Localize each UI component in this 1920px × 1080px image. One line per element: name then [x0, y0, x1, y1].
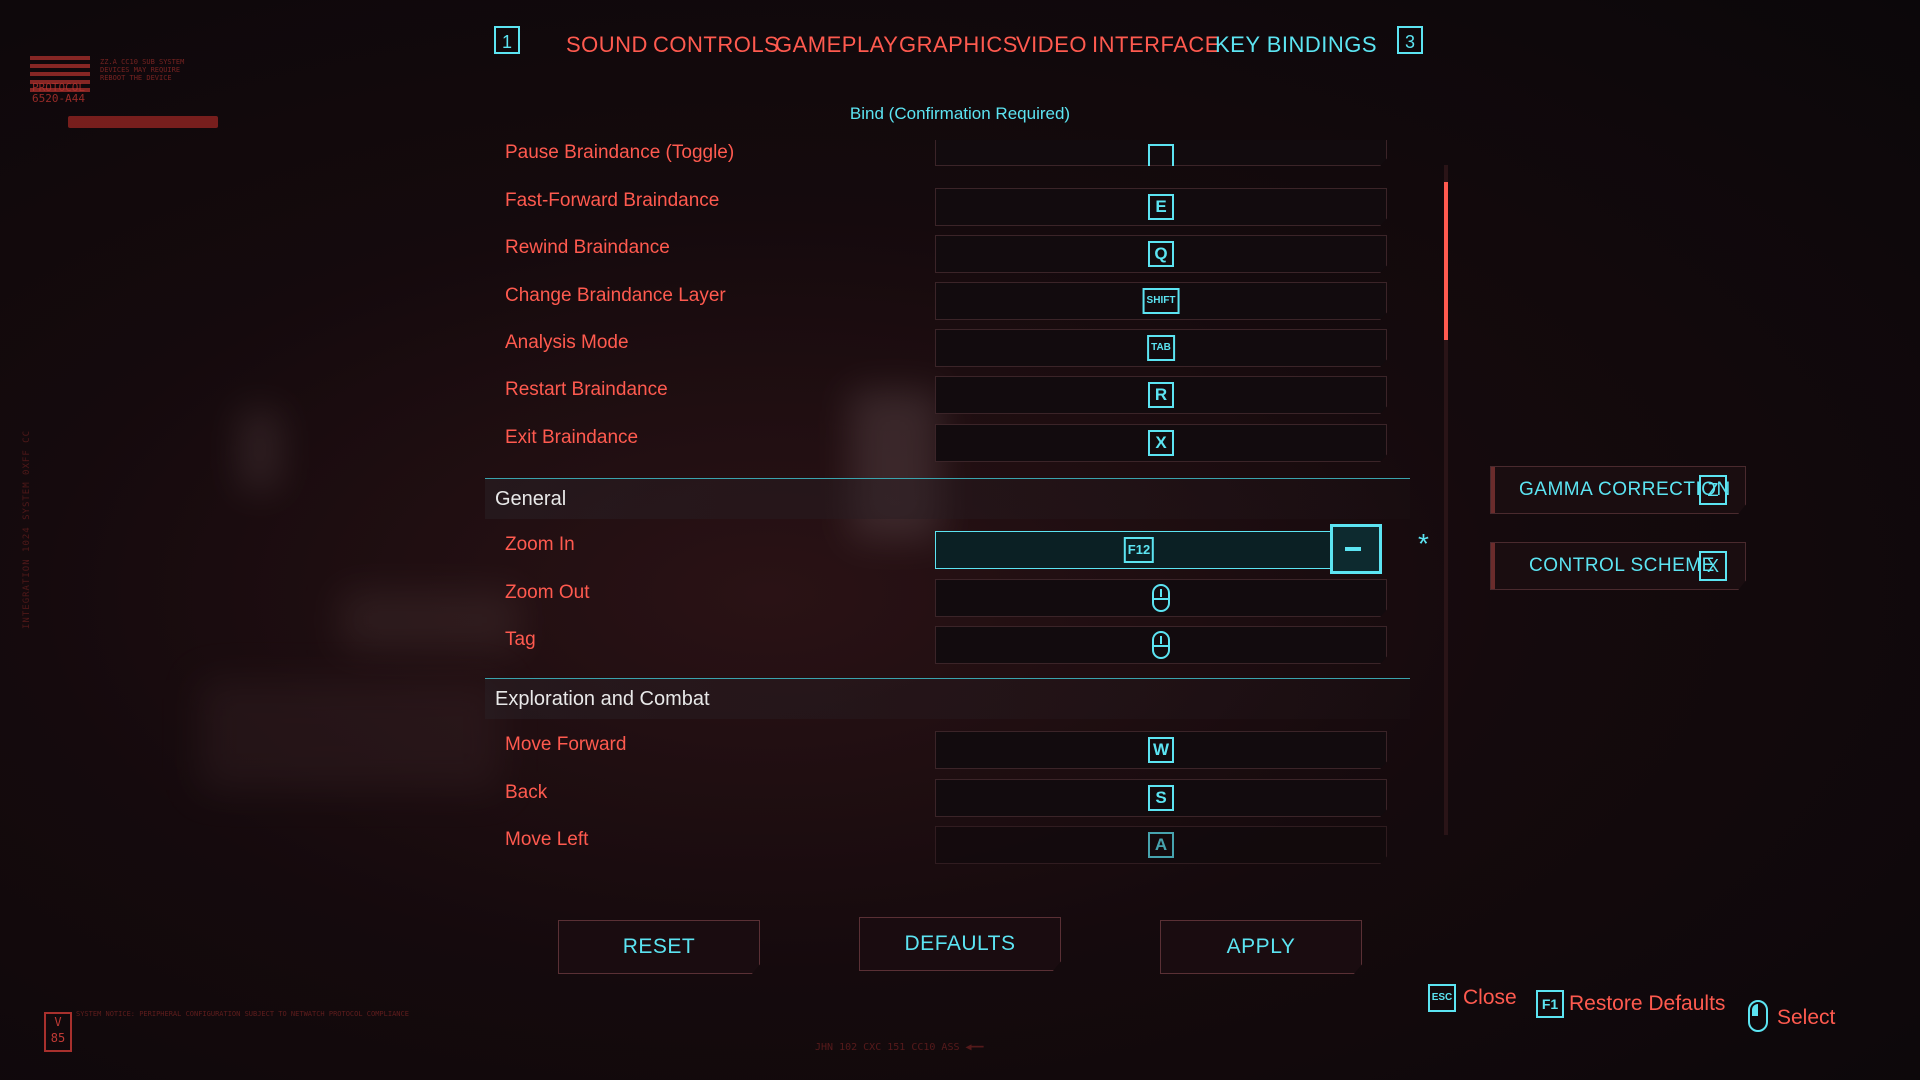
- binding-slot[interactable]: S: [935, 779, 1387, 817]
- key-tab-icon: TAB: [1147, 335, 1175, 361]
- apply-button[interactable]: APPLY: [1160, 920, 1362, 974]
- tab-key-bindings[interactable]: KEY BINDINGS: [1215, 32, 1377, 58]
- tab-video[interactable]: VIDEO: [1016, 32, 1087, 58]
- key-w-icon: W: [1148, 737, 1174, 763]
- tab-graphics[interactable]: GRAPHICS: [899, 32, 1018, 58]
- section-title: General: [495, 488, 567, 510]
- logo-text: PROTOCOL 6520-A44: [32, 81, 85, 105]
- restore-defaults-hint[interactable]: Restore Defaults: [1569, 992, 1725, 1016]
- modified-marker: *: [1418, 528, 1429, 559]
- binding-slot[interactable]: R: [935, 376, 1387, 414]
- tab-controls[interactable]: CONTROLS: [653, 32, 779, 58]
- scrollbar-thumb[interactable]: [1444, 182, 1448, 340]
- esc-key-icon: ESC: [1428, 984, 1456, 1012]
- bind-subtitle: Bind (Confirmation Required): [849, 104, 1071, 123]
- binding-label: Tag: [505, 629, 536, 650]
- binding-label: Change Braindance Layer: [505, 285, 726, 306]
- tab-gameplay[interactable]: GAMEPLAY: [775, 32, 898, 58]
- defaults-button[interactable]: DEFAULTS: [859, 917, 1061, 971]
- mouse-middle-click-icon: [1152, 631, 1170, 659]
- binding-label: Rewind Braindance: [505, 237, 670, 258]
- binding-slot-active[interactable]: F12: [935, 531, 1343, 569]
- binding-slot[interactable]: [935, 626, 1387, 664]
- prev-tab-key[interactable]: 1: [494, 26, 520, 54]
- key-a-icon: A: [1148, 832, 1174, 858]
- tab-sound[interactable]: SOUND: [566, 32, 648, 58]
- mouse-left-click-icon: [1748, 1000, 1768, 1032]
- binding-label: Pause Braindance (Toggle): [505, 142, 735, 163]
- gamma-correction-button[interactable]: GAMMA CORRECTION Z: [1490, 466, 1746, 514]
- control-scheme-button[interactable]: CONTROL SCHEME X: [1490, 542, 1746, 590]
- key-x-icon: X: [1148, 430, 1174, 456]
- control-scheme-label: CONTROL SCHEME: [1529, 555, 1715, 576]
- binding-label: Restart Braindance: [505, 379, 668, 400]
- key-r-hold-icon: R: [1148, 382, 1174, 408]
- binding-label: Exit Braindance: [505, 427, 639, 448]
- key-bindings-list[interactable]: Pause Braindance (Toggle) Fast-Forward B…: [485, 140, 1415, 870]
- binding-slot[interactable]: E: [935, 188, 1387, 226]
- footer-code: JHN 102 CXC 151 CC10 ASS ◀━━: [815, 1042, 984, 1053]
- space-key-icon: [1148, 144, 1174, 166]
- f1-key-icon: F1: [1536, 990, 1564, 1018]
- key-f12-icon: F12: [1123, 537, 1155, 563]
- binding-label: Zoom Out: [505, 582, 590, 603]
- section-exploration-combat: Exploration and Combat: [485, 678, 1410, 719]
- binding-label: Analysis Mode: [505, 332, 629, 353]
- key-shift-icon: SHIFT: [1142, 288, 1180, 314]
- select-hint[interactable]: Select: [1777, 1006, 1835, 1030]
- key-s-icon: S: [1148, 785, 1174, 811]
- key-e-icon: E: [1148, 194, 1174, 220]
- binding-label: Back: [505, 782, 548, 803]
- key-x-icon: X: [1699, 551, 1727, 581]
- close-hint[interactable]: Close: [1463, 986, 1517, 1010]
- binding-slot[interactable]: [935, 579, 1387, 617]
- unbind-button[interactable]: [1330, 524, 1382, 574]
- binding-slot[interactable]: [935, 140, 1387, 166]
- footer-fine-print: SYSTEM NOTICE: PERIPHERAL CONFIGURATION …: [76, 1010, 409, 1018]
- binding-label: Move Left: [505, 829, 589, 850]
- binding-slot[interactable]: TAB: [935, 329, 1387, 367]
- mouse-wheel-down-icon: [1152, 584, 1170, 612]
- next-tab-key[interactable]: 3: [1397, 26, 1423, 54]
- binding-slot[interactable]: W: [935, 731, 1387, 769]
- tab-interface[interactable]: INTERFACE: [1092, 32, 1220, 58]
- key-q-icon: Q: [1148, 241, 1174, 267]
- section-title: Exploration and Combat: [495, 688, 710, 710]
- binding-slot[interactable]: SHIFT: [935, 282, 1387, 320]
- section-general: General: [485, 478, 1410, 519]
- background-blur: [240, 410, 280, 490]
- background-blur: [200, 680, 500, 790]
- binding-label: Zoom In: [505, 534, 575, 555]
- binding-slot[interactable]: X: [935, 424, 1387, 462]
- reset-button[interactable]: RESET: [558, 920, 760, 974]
- binding-label: Move Forward: [505, 734, 627, 755]
- version-badge: V 85: [44, 1012, 72, 1052]
- vertical-deco-text: INTEGRATION 1024 SYSTEM 0XFF CC: [22, 430, 32, 629]
- key-z-icon: Z: [1699, 475, 1727, 505]
- binding-slot[interactable]: A: [935, 826, 1387, 864]
- binding-label: Fast-Forward Braindance: [505, 190, 720, 211]
- binding-slot[interactable]: Q: [935, 235, 1387, 273]
- logo-fine-print: ZZ.A CC10 SUB SYSTEM DEVICES MAY REQUIRE R…: [100, 58, 185, 82]
